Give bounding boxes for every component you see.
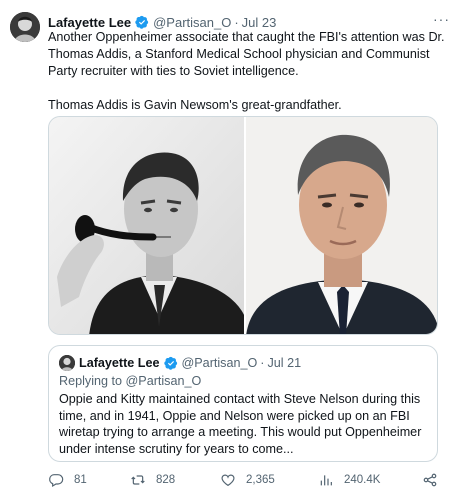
quoted-author-name: Lafayette Lee [79,356,160,370]
like-button[interactable]: 2,365 [220,470,275,490]
quoted-tweet-date: Jul 21 [267,356,302,370]
author-handle[interactable]: @Partisan_O [153,15,231,30]
photo-thomas-addis[interactable] [49,117,244,334]
quoted-author-handle: @Partisan_O [181,356,258,370]
share-icon [423,473,437,487]
action-bar: 81 828 2,365 240.4K [48,470,440,490]
tweet: Lafayette Lee @Partisan_O · Jul 23 ··· A… [0,0,458,500]
quoted-tweet-header: Lafayette Lee @Partisan_O · Jul 21 [59,354,301,372]
views-chart-icon [320,475,332,486]
verified-badge-icon [135,15,149,29]
share-button[interactable] [422,470,448,490]
reply-button[interactable]: 81 [48,470,87,490]
verified-badge-icon [163,356,177,370]
quoted-author-avatar [59,355,75,371]
tweet-text: Another Oppenheimer associate that caugh… [48,29,448,114]
separator-dot: · [260,356,265,370]
avatar-image [59,355,75,371]
tweet-paragraph-2: Thomas Addis is Gavin Newsom's great-gra… [48,98,342,112]
photo-gavin-newsom[interactable] [243,117,437,334]
tweet-date[interactable]: Jul 23 [242,15,277,30]
like-count: 2,365 [246,474,275,486]
author-name[interactable]: Lafayette Lee [48,15,131,30]
tweet-media[interactable] [48,116,438,335]
quoted-tweet[interactable]: Lafayette Lee @Partisan_O · Jul 21 Reply… [48,345,438,462]
tweet-paragraph-1: Another Oppenheimer associate that caugh… [48,30,445,78]
views-button[interactable]: 240.4K [318,470,380,490]
more-options-icon[interactable]: ··· [433,11,450,27]
heart-icon [221,474,235,487]
quoted-tweet-text: Oppie and Kitty maintained contact with … [59,392,422,456]
separator-dot: · [234,14,239,30]
modern-portrait-image [245,117,437,334]
author-avatar[interactable] [10,12,40,42]
views-count: 240.4K [344,474,381,486]
repost-icon [131,475,145,485]
avatar-image [10,12,40,42]
repost-count: 828 [156,474,176,486]
reply-count: 81 [74,474,87,486]
reply-icon [49,474,64,488]
vintage-portrait-image [49,117,244,334]
replying-to: Replying to @Partisan_O [59,374,202,388]
repost-button[interactable]: 828 [130,470,175,490]
